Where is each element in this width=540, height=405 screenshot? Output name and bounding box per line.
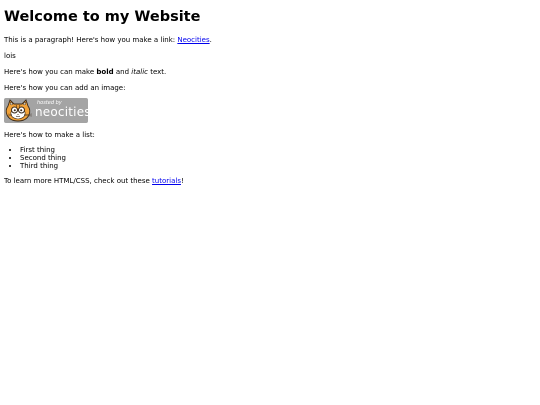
image-paragraph: Here's how you can add an image:: [4, 84, 126, 93]
tutorials-link[interactable]: tutorials: [152, 177, 181, 185]
list-item: Second thing: [20, 154, 536, 162]
badge-brand-text: neocities: [35, 105, 88, 120]
neocities-cat-logo-icon: [5, 99, 33, 122]
name-paragraph: lois: [4, 52, 16, 61]
outro-text: To learn more HTML/CSS, check out these: [4, 177, 153, 186]
intro-suffix: .: [209, 36, 212, 44]
styles-suffix: text.: [147, 68, 167, 77]
italic-word: italic: [131, 68, 148, 77]
intro-paragraph: This is a paragraph! Here's how you make…: [4, 36, 536, 44]
bold-word: bold: [96, 68, 114, 77]
list-item: First thing: [20, 146, 536, 154]
hosted-by-neocities-badge: hosted by neocities: [4, 98, 88, 124]
outro-paragraph: To learn more HTML/CSS, check out these …: [4, 177, 536, 185]
page-title: Welcome to my Website: [4, 9, 201, 25]
styles-prefix: Here's how you can make: [4, 68, 97, 77]
neocities-link[interactable]: Neocities: [177, 36, 209, 44]
styles-middle: and: [113, 68, 132, 77]
styles-paragraph: Here's how you can make bold and italic …: [4, 68, 536, 76]
list-item: Third thing: [20, 162, 536, 170]
example-list: First thing Second thing Third thing: [4, 146, 536, 170]
intro-text: This is a paragraph! Here's how you make…: [4, 36, 178, 44]
outro-suffix: !: [180, 177, 184, 186]
page-body: Welcome to my Website This is a paragrap…: [0, 0, 540, 405]
list-intro-paragraph: Here's how to make a list:: [4, 131, 95, 140]
